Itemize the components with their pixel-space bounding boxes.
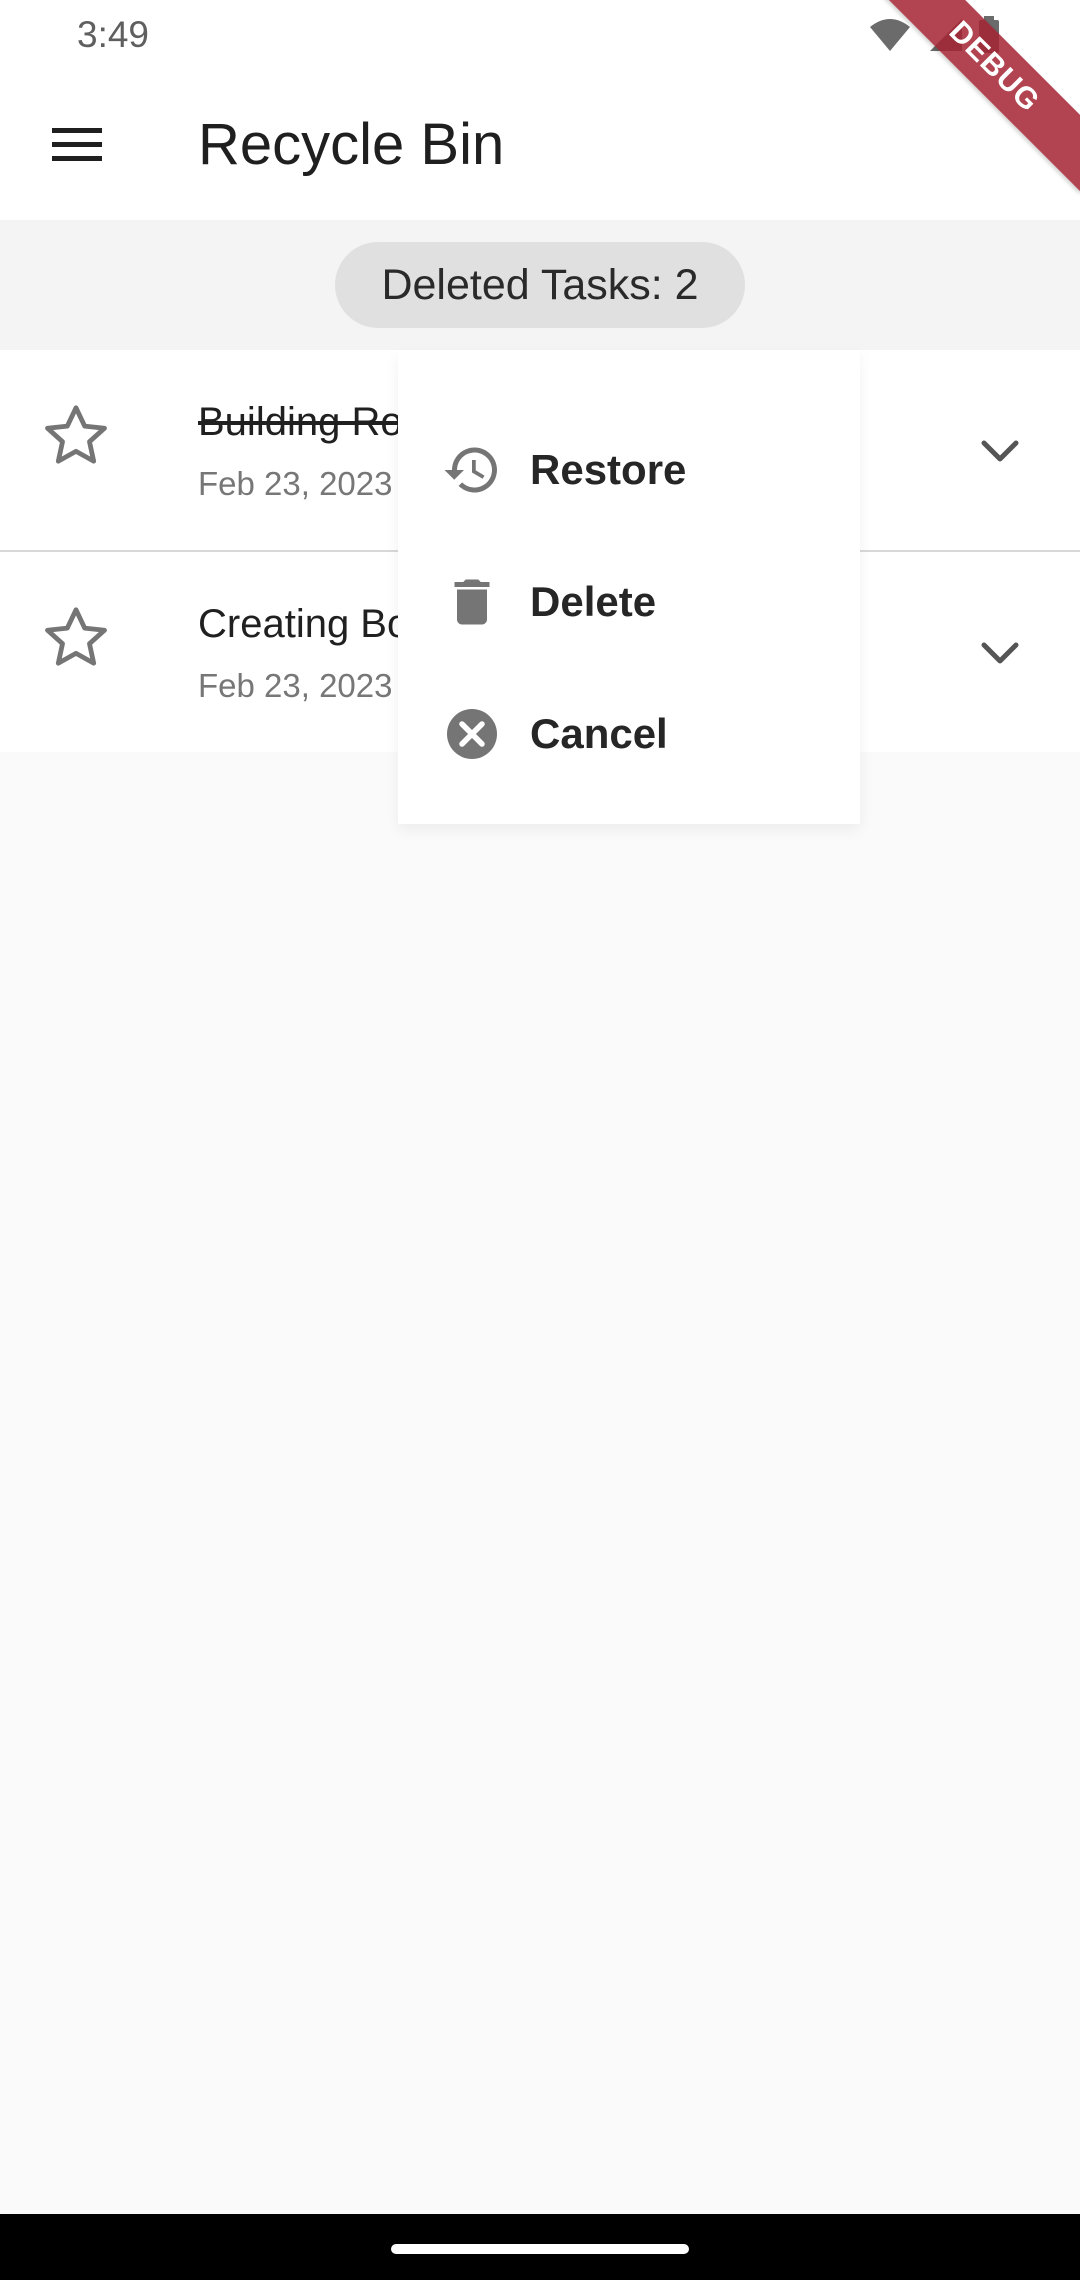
restore-label: Restore xyxy=(530,446,687,493)
task-action-popup-menu: Restore Delete Cancel xyxy=(398,350,860,824)
menu-button[interactable] xyxy=(40,108,114,182)
status-time: 3:49 xyxy=(77,14,150,55)
cancel-circle-icon xyxy=(440,702,504,766)
task-title: Building Ro xyxy=(198,400,403,444)
task-date: Feb 23, 2023 xyxy=(198,465,393,502)
app-bar: Recycle Bin xyxy=(0,70,1080,220)
page-title: Recycle Bin xyxy=(198,112,505,177)
delete-label: Delete xyxy=(530,578,657,625)
delete-menu-item[interactable]: Delete xyxy=(398,536,860,668)
hamburger-menu-icon xyxy=(52,128,102,161)
system-navigation-bar xyxy=(0,2214,1080,2280)
restore-history-icon xyxy=(440,438,504,502)
home-indicator[interactable] xyxy=(391,2244,689,2254)
trash-icon xyxy=(440,570,504,634)
task-title: Creating Bo xyxy=(198,602,410,646)
chevron-down-icon xyxy=(981,440,1019,462)
summary-area: Deleted Tasks: 2 xyxy=(0,220,1080,350)
cancel-label: Cancel xyxy=(530,710,668,757)
cancel-menu-item[interactable]: Cancel xyxy=(398,668,860,800)
star-outline-icon[interactable] xyxy=(40,602,112,674)
expand-button[interactable] xyxy=(960,614,1040,694)
expand-button[interactable] xyxy=(960,412,1040,492)
restore-menu-item[interactable]: Restore xyxy=(398,404,860,536)
recycle-bin-screen: 3:49 DEBUG Recycle Bin Deleted Tasks: 2 … xyxy=(0,0,1080,2280)
star-outline-icon[interactable] xyxy=(40,400,112,472)
deleted-count-chip: Deleted Tasks: 2 xyxy=(335,242,745,328)
task-date: Feb 23, 2023 xyxy=(198,667,393,704)
chevron-down-icon xyxy=(981,642,1019,664)
wifi-icon xyxy=(868,17,912,58)
